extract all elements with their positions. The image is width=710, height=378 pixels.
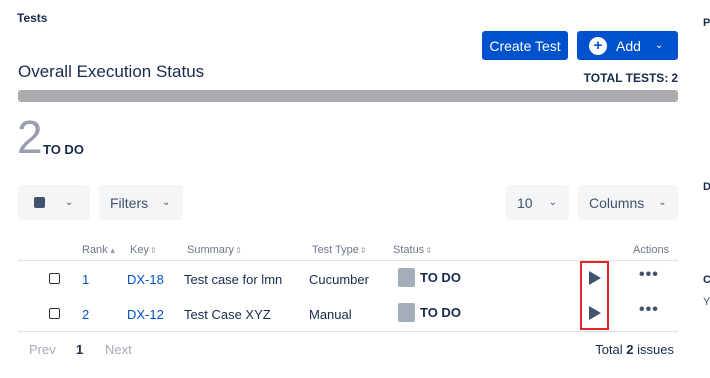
total-issues-suffix: issues	[637, 342, 674, 357]
status-badge: TO DO	[398, 303, 461, 322]
total-issues: Total 2 issues	[595, 342, 674, 357]
columns-label: Columns	[589, 194, 645, 211]
table-footer-divider	[18, 331, 678, 332]
status-color-swatch	[398, 303, 415, 322]
checkbox-square-icon	[34, 197, 45, 208]
table-header-divider	[18, 260, 678, 261]
column-header-actions: Actions	[633, 244, 670, 256]
more-actions-icon[interactable]: •••	[639, 266, 659, 284]
next-page-link[interactable]: Next	[105, 342, 132, 357]
right-panel-heading: P	[703, 17, 710, 29]
create-test-button[interactable]: Create Test	[482, 31, 568, 60]
sort-icon: ⇕	[235, 246, 242, 255]
column-header-status[interactable]: Status⇕	[393, 244, 432, 256]
chevron-down-icon: ⌄	[658, 197, 667, 208]
row-key-link[interactable]: DX-18	[127, 272, 164, 287]
page-size-dropdown[interactable]: 10 ⌄	[506, 185, 569, 220]
status-label: TO DO	[420, 270, 461, 285]
row-checkbox[interactable]	[49, 273, 60, 284]
row-summary: Test Case XYZ	[184, 307, 271, 322]
execution-progress-bar	[18, 90, 678, 102]
table-row: 1 DX-18 Test case for lmn Cucumber TO DO…	[18, 262, 678, 297]
page-size-value: 10	[517, 194, 533, 211]
column-header-key[interactable]: Key⇕	[130, 244, 157, 256]
highlight-box	[580, 261, 609, 330]
column-header-summary-label: Summary	[187, 244, 235, 256]
chevron-down-icon: ⌄	[654, 40, 664, 51]
total-issues-prefix: Total	[595, 342, 623, 357]
column-header-key-label: Key	[130, 244, 149, 256]
status-count-label: TO DO	[43, 142, 84, 157]
row-test-type: Manual	[309, 307, 352, 322]
section-title: Tests	[17, 11, 48, 25]
more-actions-icon[interactable]: •••	[639, 301, 659, 319]
bulk-select-dropdown[interactable]: ⌄	[18, 185, 90, 220]
column-header-summary[interactable]: Summary⇕	[187, 244, 242, 256]
add-button-label: Add	[616, 37, 641, 54]
sort-icon: ▲	[108, 246, 117, 255]
total-issues-count: 2	[626, 342, 634, 357]
column-header-test-type-label: Test Type	[312, 244, 359, 256]
sort-icon: ⇕	[149, 246, 157, 255]
chevron-down-icon: ⌄	[162, 197, 171, 208]
column-header-rank-label: Rank	[82, 244, 108, 256]
total-tests: TOTAL TESTS: 2	[584, 71, 678, 85]
row-rank: 2	[82, 307, 90, 322]
status-badge: TO DO	[398, 268, 461, 287]
right-panel-heading: D	[703, 181, 710, 193]
status-label: TO DO	[420, 305, 461, 320]
table-row: 2 DX-12 Test Case XYZ Manual TO DO •••	[18, 297, 678, 332]
right-panel-text: Y	[703, 296, 710, 308]
column-header-test-type[interactable]: Test Type⇕	[312, 244, 367, 256]
row-rank: 1	[82, 272, 90, 287]
status-count: 2	[17, 111, 43, 163]
status-color-swatch	[398, 268, 415, 287]
filters-dropdown[interactable]: Filters ⌄	[99, 185, 183, 220]
sort-icon: ⇕	[359, 246, 367, 255]
right-panel-heading: C	[703, 274, 710, 286]
sort-icon: ⇕	[425, 246, 432, 255]
filters-label: Filters	[110, 194, 149, 211]
column-header-rank[interactable]: Rank▲	[82, 244, 117, 256]
row-key-link[interactable]: DX-12	[127, 307, 164, 322]
add-button[interactable]: + Add ⌄	[577, 31, 678, 60]
total-tests-value: 2	[671, 71, 678, 85]
overall-status-title: Overall Execution Status	[18, 62, 205, 81]
prev-page-link[interactable]: Prev	[29, 342, 56, 357]
row-checkbox[interactable]	[49, 308, 60, 319]
total-tests-label: TOTAL TESTS:	[583, 71, 669, 85]
column-header-status-label: Status	[393, 244, 425, 256]
row-summary: Test case for lmn	[184, 272, 283, 287]
row-test-type: Cucumber	[309, 272, 369, 287]
plus-icon: +	[589, 36, 607, 55]
chevron-down-icon: ⌄	[65, 197, 74, 208]
current-page[interactable]: 1	[76, 342, 83, 357]
chevron-down-icon: ⌄	[548, 197, 557, 208]
columns-dropdown[interactable]: Columns ⌄	[578, 185, 678, 220]
